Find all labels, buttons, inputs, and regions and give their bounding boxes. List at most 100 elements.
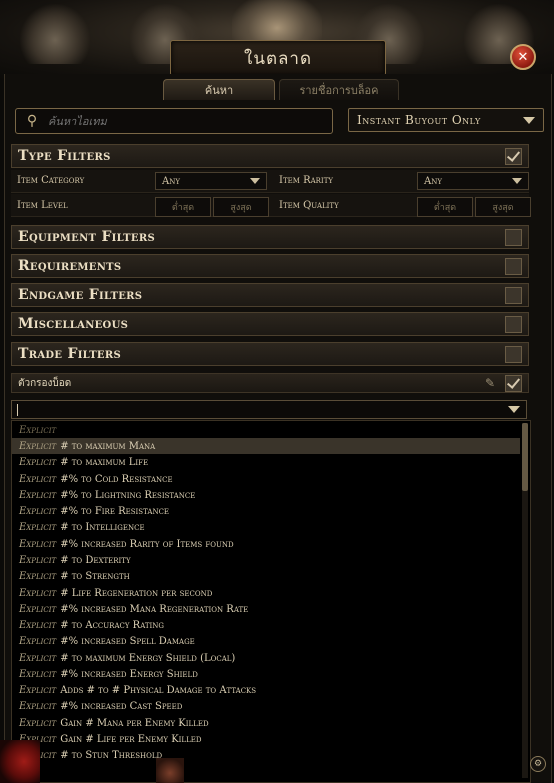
tab-blocklist[interactable]: รายชื่อการบล็อค [279, 79, 399, 100]
item-level-max-input[interactable]: สูงสุด [213, 197, 269, 217]
item-level-label: Item Level [17, 200, 68, 211]
list-item[interactable]: Explicit #% increased Mana Regeneration R… [12, 601, 520, 617]
item-category-select[interactable]: Any [155, 172, 267, 190]
requirements-header[interactable]: Requirements [11, 254, 529, 278]
close-icon: ✕ [517, 49, 529, 65]
max-placeholder: สูงสุด [492, 203, 514, 213]
endgame-filters-checkbox[interactable] [505, 286, 522, 304]
item-text: Gain # Mana per Enemy Killed [60, 717, 209, 729]
stat-filters-checkbox[interactable] [505, 374, 522, 392]
filter-group-label: Endgame Filters [18, 287, 143, 303]
item-text: # to Stun Threshold [60, 749, 163, 761]
item-quality-min-input[interactable]: ต่ำสุด [417, 197, 473, 217]
item-text: # to Accuracy Rating [60, 619, 165, 631]
settings-icon[interactable]: ⚙ [530, 756, 546, 772]
min-placeholder: ต่ำสุด [171, 203, 195, 213]
scrollbar-thumb[interactable] [522, 423, 528, 491]
list-item[interactable]: Explicit # Life Regeneration per second [12, 585, 520, 601]
list-item[interactable]: Explicit #% to Cold Resistance [12, 471, 520, 487]
item-level-min-input[interactable]: ต่ำสุด [155, 197, 211, 217]
item-prefix: Explicit [19, 456, 57, 468]
miscellaneous-header[interactable]: Miscellaneous [11, 312, 529, 336]
type-filters-header[interactable]: Type Filters [11, 144, 529, 168]
statue-ornament [20, 4, 90, 64]
list-item[interactable]: Explicit # to Strength [12, 568, 520, 584]
tab-search[interactable]: ค้นหา [163, 79, 275, 100]
item-prefix: Explicit [19, 570, 57, 582]
stat-filters-tools: ✎ [485, 374, 522, 392]
item-text: # to Strength [60, 570, 130, 582]
list-item[interactable]: Explicit # to maximum Mana [12, 438, 520, 454]
item-prefix: Explicit [19, 717, 57, 729]
item-text: # to Intelligence [60, 521, 145, 533]
search-box: ⚲ [15, 108, 333, 134]
list-item[interactable]: Explicit #% to Lightning Resistance [12, 487, 520, 503]
item-prefix: Explicit [19, 635, 57, 647]
item-prefix: Explicit [19, 538, 57, 550]
item-text: # to maximum Mana [60, 440, 156, 452]
close-button[interactable]: ✕ [510, 44, 536, 70]
list-item[interactable]: Explicit # to maximum Energy Shield (Loca… [12, 650, 520, 666]
item-prefix: Explicit [19, 505, 57, 517]
buyout-select[interactable]: Instant Buyout Only [348, 108, 544, 132]
pencil-icon[interactable]: ✎ [485, 376, 495, 390]
list-item[interactable]: Explicit #% to Fire Resistance [12, 503, 520, 519]
chevron-down-icon[interactable] [508, 406, 520, 413]
search-input[interactable] [46, 113, 320, 129]
item-quality-label: Item Quality [279, 200, 339, 211]
item-quality-max-input[interactable]: สูงสุด [475, 197, 531, 217]
list-item[interactable]: Explicit Gain # Life per Enemy Killed [12, 731, 520, 747]
item-text: #% to Cold Resistance [60, 473, 173, 485]
item-prefix: Explicit [19, 489, 57, 501]
filter-group-label: Trade Filters [18, 346, 121, 362]
stat-filter-input[interactable] [11, 400, 527, 419]
list-item[interactable]: Explicit #% increased Spell Damage [12, 633, 520, 649]
item-prefix: Explicit [19, 684, 57, 696]
list-item[interactable]: Explicit #% increased Rarity of Items fou… [12, 536, 520, 552]
item-text: # to Dexterity [60, 554, 131, 566]
requirements-checkbox[interactable] [505, 257, 522, 275]
item-prefix: Explicit [19, 587, 57, 599]
list-item[interactable]: Explicit # to Dexterity [12, 552, 520, 568]
equipment-filters-checkbox[interactable] [505, 228, 522, 246]
item-prefix: Explicit [19, 603, 57, 615]
list-item[interactable]: Explicit # to maximum Life [12, 454, 520, 470]
tab-label: รายชื่อการบล็อค [299, 84, 379, 97]
chevron-down-icon [250, 178, 260, 184]
trade-filters-checkbox[interactable] [505, 345, 522, 363]
endgame-filters-header[interactable]: Endgame Filters [11, 283, 529, 307]
search-icon: ⚲ [26, 113, 38, 129]
list-item[interactable]: Explicit # to Intelligence [12, 519, 520, 535]
list-item[interactable]: Explicit# to Stun Threshold [12, 747, 520, 763]
list-item[interactable]: Explicit #% increased Cast Speed [12, 698, 520, 714]
type-filters-body: Item Category Any Item Rarity Any Item L… [11, 168, 531, 218]
stat-filters-header[interactable]: ตัวกรองบ็อด ✎ [11, 373, 529, 393]
miscellaneous-checkbox[interactable] [505, 315, 522, 333]
group-label: Explicit [19, 424, 57, 436]
item-text: # Life Regeneration per second [60, 587, 213, 599]
item-rarity-select[interactable]: Any [417, 172, 529, 190]
trade-filters-header[interactable]: Trade Filters [11, 342, 529, 366]
window-title: ในตลาด [244, 48, 312, 69]
item-prefix: Explicit [19, 554, 57, 566]
type-filters-checkbox[interactable] [505, 147, 522, 165]
list-item[interactable]: Explicit Adds # to # Physical Damage to A… [12, 682, 520, 698]
dropdown-group-label: Explicit [12, 422, 520, 438]
filter-group-label: Miscellaneous [18, 316, 129, 332]
market-panel: ค้นหา รายชื่อการบล็อค ⚲ Instant Buyout O… [4, 74, 552, 783]
equipment-filters-header[interactable]: Equipment Filters [11, 225, 529, 249]
stat-dropdown-list: Explicit Explicit # to maximum Mana Expli… [11, 420, 531, 783]
item-rarity-value: Any [424, 175, 442, 187]
list-item[interactable]: Explicit # to Accuracy Rating [12, 617, 520, 633]
dropdown-scrollbar[interactable] [522, 423, 528, 778]
item-text: #% to Lightning Resistance [60, 489, 196, 501]
item-text: #% increased Energy Shield [60, 668, 198, 680]
window-header: ในตลาด ✕ [0, 0, 554, 80]
list-item[interactable]: Explicit Gain # Mana per Enemy Killed [12, 715, 520, 731]
item-text: #% increased Spell Damage [60, 635, 195, 647]
filter-group-label: Requirements [18, 258, 122, 274]
list-item[interactable]: Explicit #% increased Energy Shield [12, 666, 520, 682]
item-text: #% increased Cast Speed [60, 700, 183, 712]
stat-filters-label: ตัวกรองบ็อด [18, 377, 72, 389]
item-text: # to maximum Life [60, 456, 149, 468]
